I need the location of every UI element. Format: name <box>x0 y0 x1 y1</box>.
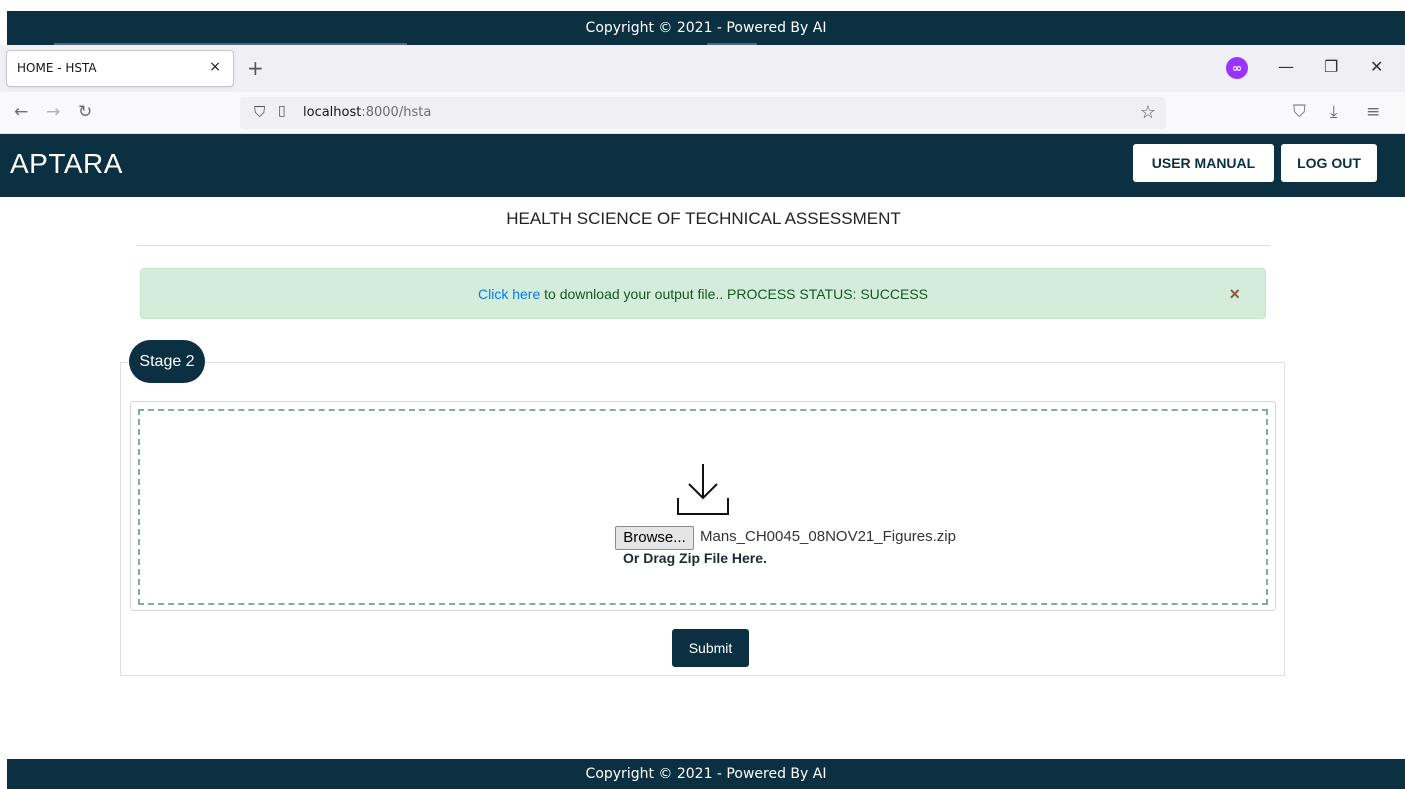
success-alert: Click here to download your output file.… <box>140 268 1266 319</box>
reload-icon[interactable]: ↻ <box>78 102 92 122</box>
window-close-icon[interactable]: ✕ <box>1370 57 1383 76</box>
minimize-icon[interactable]: — <box>1278 57 1294 76</box>
alert-close-icon[interactable]: × <box>1229 284 1240 305</box>
overlay-footer: Copyright © 2021 - Powered By AI <box>7 11 1405 46</box>
footer: Copyright © 2021 - Powered By AI <box>7 759 1405 789</box>
user-manual-button[interactable]: USER MANUAL <box>1133 144 1274 182</box>
selected-file-name: Mans_CH0045_08NOV21_Figures.zip <box>700 528 956 545</box>
page-title: HEALTH SCIENCE OF TECHNICAL ASSESSMENT <box>506 209 901 228</box>
extension-icon[interactable]: ∞ <box>1226 57 1248 79</box>
divider <box>137 245 1270 246</box>
menu-icon[interactable]: ≡ <box>1366 102 1380 122</box>
stage-label: Stage 2 <box>129 340 205 383</box>
browse-button[interactable]: Browse... <box>615 526 694 550</box>
download-link[interactable]: Click here <box>478 286 540 302</box>
footer-text: Copyright © 2021 - Powered By AI <box>585 766 827 782</box>
tab-close-icon[interactable]: × <box>209 59 221 75</box>
url-text[interactable]: localhost:8000/hsta <box>303 105 431 120</box>
star-icon[interactable]: ☆ <box>1140 102 1156 123</box>
page-icon: ▯ <box>278 103 286 119</box>
alert-text: to download your output file.. PROCESS S… <box>540 286 928 302</box>
browser-navbar: ← → ↻ ⛉ ▯ localhost:8000/hsta ☆ ⛉ ⤓ ≡ <box>0 92 1405 134</box>
forward-icon[interactable]: → <box>46 102 60 122</box>
app-header: APTARA USER MANUAL LOG OUT <box>0 134 1405 197</box>
alert-message: Click here to download your output file.… <box>141 286 1265 302</box>
submit-button[interactable]: Submit <box>672 629 749 667</box>
url-bar[interactable]: ⛉ ▯ localhost:8000/hsta ☆ <box>240 97 1166 129</box>
download-icon[interactable]: ⤓ <box>1330 102 1338 122</box>
brand-logo: APTARA <box>10 148 123 179</box>
restore-icon[interactable]: ❐ <box>1324 57 1338 76</box>
overlay-footer-text: Copyright © 2021 - Powered By AI <box>585 20 827 36</box>
back-icon[interactable]: ← <box>14 102 28 122</box>
shield-icon[interactable]: ⛉ <box>254 103 265 121</box>
new-tab-icon[interactable]: + <box>247 56 264 80</box>
browser-tab-strip: HOME - HSTA × + ∞ — ❐ ✕ <box>0 45 1405 92</box>
tab-title: HOME - HSTA <box>17 61 97 75</box>
download-tray-icon <box>677 464 729 515</box>
pocket-icon[interactable]: ⛉ <box>1293 102 1306 122</box>
browser-tab[interactable]: HOME - HSTA × <box>6 50 234 87</box>
logout-button[interactable]: LOG OUT <box>1281 144 1377 182</box>
drag-hint: Or Drag Zip File Here. <box>623 550 767 566</box>
